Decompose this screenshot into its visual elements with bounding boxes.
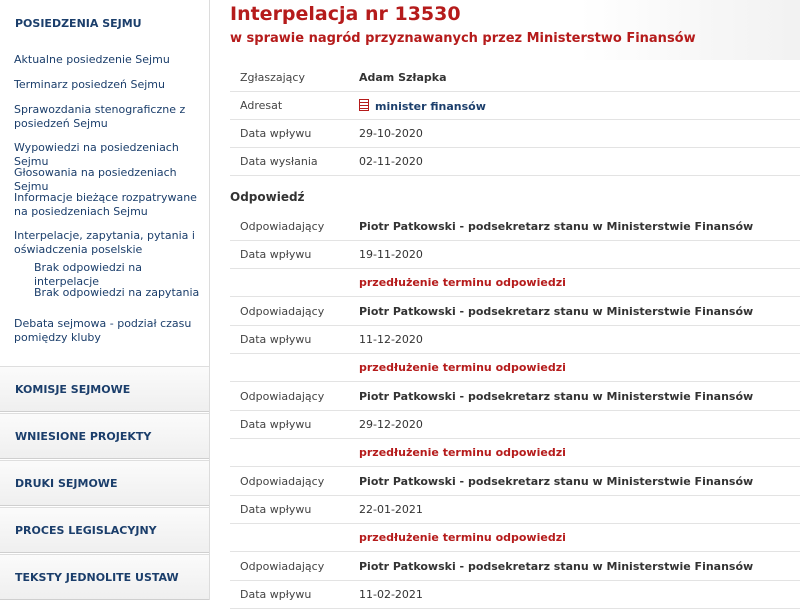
sidebar-section-submitted-projects[interactable]: WNIESIONE PROJEKTY <box>0 413 209 459</box>
detail-label: Adresat <box>240 99 283 112</box>
extension-link[interactable]: przedłużenie terminu odpowiedzi <box>359 361 566 374</box>
responder-name: Piotr Patkowski - podsekretarz stanu w M… <box>359 390 754 403</box>
answer-date-row: Data wpływu 19-11-2020 <box>230 240 800 269</box>
responder-label: Odpowiadający <box>240 390 325 403</box>
addressee-link[interactable]: minister finansów <box>359 99 486 113</box>
responder-name: Piotr Patkowski - podsekretarz stanu w M… <box>359 305 754 318</box>
answer-date: 11-02-2021 <box>359 588 423 601</box>
answer-date-row: Data wpływu 11-02-2021 <box>230 580 800 609</box>
extension-link[interactable]: przedłużenie terminu odpowiedzi <box>359 531 566 544</box>
sidebar-link-debate-time[interactable]: Debata sejmowa - podział czasu pomiędzy … <box>14 317 200 345</box>
answer-responder-row: Odpowiadający Piotr Patkowski - podsekre… <box>230 552 800 581</box>
date-label: Data wpływu <box>240 503 312 516</box>
answer-date: 11-12-2020 <box>359 333 423 346</box>
addressee-value: minister finansów <box>375 100 486 113</box>
sidebar-section-label: DRUKI SEJMOWE <box>15 477 118 490</box>
detail-row-submitter: Zgłaszający Adam Szłapka <box>230 63 800 92</box>
answer-date: 19-11-2020 <box>359 248 423 261</box>
responder-name: Piotr Patkowski - podsekretarz stanu w M… <box>359 220 754 233</box>
sidebar-section-legislative-process[interactable]: PROCES LEGISLACYJNY <box>0 507 209 553</box>
main-content: Interpelacja nr 13530 w sprawie nagród p… <box>210 0 800 609</box>
sidebar-link-speeches[interactable]: Wypowiedzi na posiedzeniach Sejmu <box>14 141 200 169</box>
answer-date-row: Data wpływu 11-12-2020 <box>230 325 800 354</box>
header-decoration <box>580 0 800 60</box>
responder-name: Piotr Patkowski - podsekretarz stanu w M… <box>359 560 754 573</box>
extension-link[interactable]: przedłużenie terminu odpowiedzi <box>359 446 566 459</box>
answer-responder-row: Odpowiadający Piotr Patkowski - podsekre… <box>230 212 800 241</box>
date-label: Data wpływu <box>240 333 312 346</box>
date-label: Data wpływu <box>240 588 312 601</box>
sidebar-section-prints[interactable]: DRUKI SEJMOWE <box>0 460 209 506</box>
detail-row-received: Data wpływu 29-10-2020 <box>230 119 800 148</box>
answer-date-row: Data wpływu 22-01-2021 <box>230 495 800 524</box>
answer-date: 29-12-2020 <box>359 418 423 431</box>
sidebar: POSIEDZENIA SEJMU Aktualne posiedzenie S… <box>0 0 210 600</box>
sent-date: 02-11-2020 <box>359 155 423 168</box>
extension-link[interactable]: przedłużenie terminu odpowiedzi <box>359 276 566 289</box>
answer-link-row: przedłużenie terminu odpowiedzi <box>230 268 800 297</box>
answer-link-row: przedłużenie terminu odpowiedzi <box>230 523 800 552</box>
sidebar-section-consolidated-texts[interactable]: TEKSTY JEDNOLITE USTAW <box>0 554 209 600</box>
answer-date-row: Data wpływu 29-12-2020 <box>230 410 800 439</box>
sidebar-link-no-answer-interpellations[interactable]: Brak odpowiedzi na interpelacje <box>34 261 204 289</box>
sidebar-section-label: KOMISJE SEJMOWE <box>15 383 131 396</box>
responder-label: Odpowiadający <box>240 305 325 318</box>
answer-responder-row: Odpowiadający Piotr Patkowski - podsekre… <box>230 382 800 411</box>
detail-row-addressee: Adresat minister finansów <box>230 91 800 120</box>
sidebar-link-votes[interactable]: Głosowania na posiedzeniach Sejmu <box>14 166 200 194</box>
responder-label: Odpowiadający <box>240 475 325 488</box>
page-subtitle: w sprawie nagród przyznawanych przez Min… <box>230 31 696 46</box>
page-title: Interpelacja nr 13530 <box>230 3 461 25</box>
sidebar-section-label: WNIESIONE PROJEKTY <box>15 430 152 443</box>
answer-responder-row: Odpowiadający Piotr Patkowski - podsekre… <box>230 467 800 496</box>
sidebar-section-label: PROCES LEGISLACYJNY <box>15 524 157 537</box>
answer-date: 22-01-2021 <box>359 503 423 516</box>
received-date: 29-10-2020 <box>359 127 423 140</box>
sidebar-link-stenographic-reports[interactable]: Sprawozdania stenograficzne z posiedzeń … <box>14 103 200 131</box>
sidebar-link-current-info[interactable]: Informacje bieżące rozpatrywane na posie… <box>14 191 200 219</box>
answer-responder-row: Odpowiadający Piotr Patkowski - podsekre… <box>230 297 800 326</box>
detail-row-sent: Data wysłania 02-11-2020 <box>230 147 800 176</box>
responder-label: Odpowiadający <box>240 560 325 573</box>
responder-label: Odpowiadający <box>240 220 325 233</box>
sidebar-heading[interactable]: POSIEDZENIA SEJMU <box>15 17 142 30</box>
detail-label: Data wysłania <box>240 155 318 168</box>
answer-link-row: przedłużenie terminu odpowiedzi <box>230 353 800 382</box>
detail-label: Zgłaszający <box>240 71 305 84</box>
document-icon <box>359 99 369 111</box>
sidebar-link-no-answer-questions[interactable]: Brak odpowiedzi na zapytania <box>34 286 204 300</box>
answer-link-row: przedłużenie terminu odpowiedzi <box>230 438 800 467</box>
responder-name: Piotr Patkowski - podsekretarz stanu w M… <box>359 475 754 488</box>
sidebar-link-interpellations[interactable]: Interpelacje, zapytania, pytania i oświa… <box>14 229 200 257</box>
answer-heading: Odpowiedź <box>230 190 305 204</box>
detail-label: Data wpływu <box>240 127 312 140</box>
submitter-name: Adam Szłapka <box>359 71 447 84</box>
sidebar-link-schedule[interactable]: Terminarz posiedzeń Sejmu <box>14 78 200 92</box>
sidebar-section-label: TEKSTY JEDNOLITE USTAW <box>15 571 179 584</box>
sidebar-section-committees[interactable]: KOMISJE SEJMOWE <box>0 366 209 412</box>
date-label: Data wpływu <box>240 248 312 261</box>
sidebar-link-current-sitting[interactable]: Aktualne posiedzenie Sejmu <box>14 53 200 67</box>
date-label: Data wpływu <box>240 418 312 431</box>
